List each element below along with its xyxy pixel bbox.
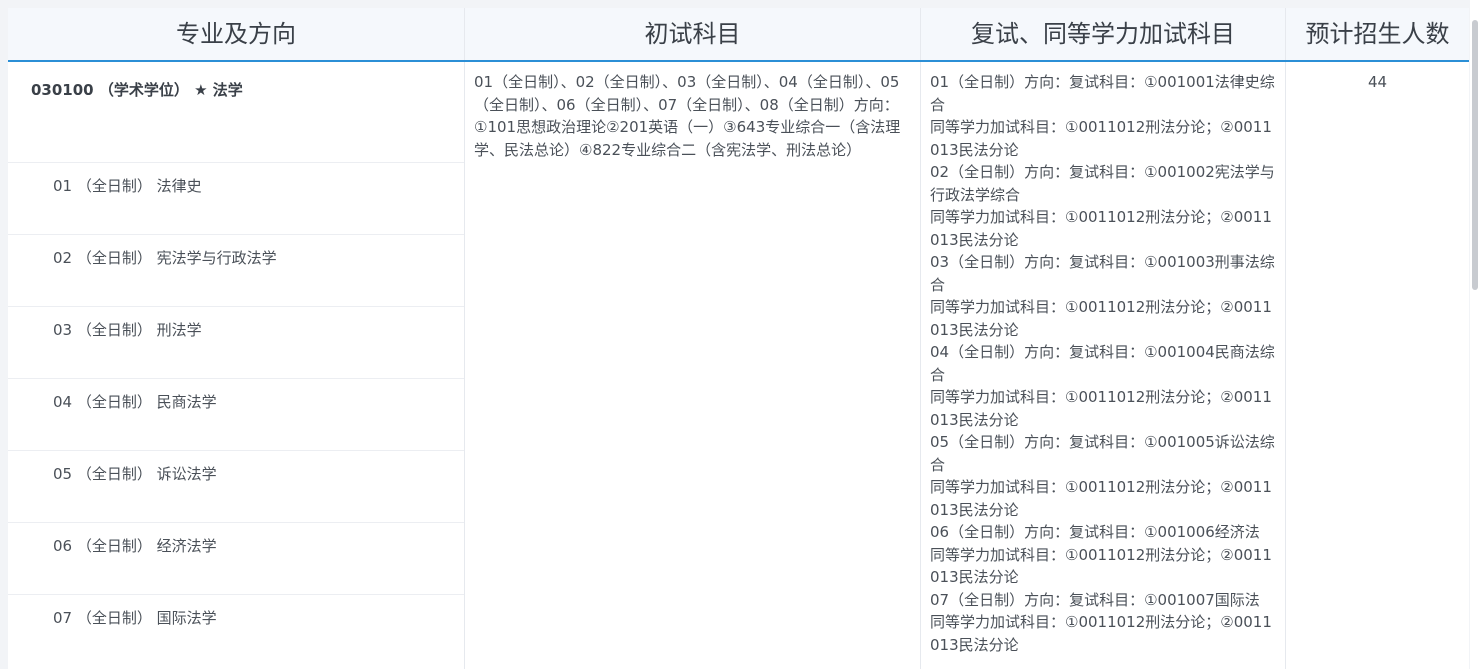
retest-line: 同等学力加试科目：①0011012刑法分论；②0011013民法分论 [930, 208, 1272, 249]
table-body: 030100 （学术学位） ★ 法学 01 （全日制） 法律史 02 （全日制）… [8, 62, 1469, 669]
table-header: 专业及方向 初试科目 复试、同等学力加试科目 预计招生人数 [8, 8, 1469, 62]
direction-row: 07 （全日制） 国际法学 [53, 609, 217, 627]
retest-line: 同等学力加试科目：①0011012刑法分论；②0011013民法分论 [930, 388, 1272, 429]
retest-line: 同等学力加试科目：①0011012刑法分论；②0011013民法分论 [930, 118, 1272, 159]
scrollbar-thumb[interactable] [1472, 20, 1478, 290]
retest-line: 02（全日制）方向：复试科目：①001002宪法学与行政法学综合 [930, 163, 1275, 204]
retest-line: 06（全日制）方向：复试科目：①001006经济法 [930, 523, 1260, 541]
initial-subjects-text: 01（全日制）、02（全日制）、03（全日制）、04（全日制）、05（全日制）、… [474, 73, 901, 159]
retest-subjects-list: 01（全日制）方向：复试科目：①001001法律史综合 同等学力加试科目：①00… [921, 62, 1285, 656]
quota-value: 44 [1367, 73, 1388, 91]
retest-subjects-column: 01（全日制）方向：复试科目：①001001法律史综合 同等学力加试科目：①00… [921, 62, 1286, 669]
retest-line: 同等学力加试科目：①0011012刑法分论；②0011013民法分论 [930, 613, 1272, 654]
quota-column: 44 [1286, 62, 1469, 669]
retest-line: 03（全日制）方向：复试科目：①001003刑事法综合 [930, 253, 1275, 294]
direction-row: 06 （全日制） 经济法学 [8, 523, 464, 595]
retest-line: 同等学力加试科目：①0011012刑法分论；②0011013民法分论 [930, 478, 1272, 519]
direction-row: 04 （全日制） 民商法学 [8, 379, 464, 451]
major-title: 030100 （学术学位） ★ 法学 [8, 62, 464, 163]
header-major: 专业及方向 [8, 8, 465, 60]
initial-subjects-column: 01（全日制）、02（全日制）、03（全日制）、04（全日制）、05（全日制）、… [465, 62, 921, 669]
header-retest-subjects: 复试、同等学力加试科目 [921, 8, 1286, 60]
retest-line: 同等学力加试科目：①0011012刑法分论；②0011013民法分论 [930, 298, 1272, 339]
header-quota: 预计招生人数 [1305, 20, 1450, 48]
direction-row: 03 （全日制） 刑法学 [8, 307, 464, 379]
direction-row: 02 （全日制） 宪法学与行政法学 [8, 235, 464, 307]
direction-row: 01 （全日制） 法律史 [8, 163, 464, 235]
retest-line: 05（全日制）方向：复试科目：①001005诉讼法综合 [930, 433, 1275, 474]
direction-row: 05 （全日制） 诉讼法学 [8, 451, 464, 523]
major-column: 030100 （学术学位） ★ 法学 01 （全日制） 法律史 02 （全日制）… [8, 62, 465, 669]
retest-line: 04（全日制）方向：复试科目：①001004民商法综合 [930, 343, 1275, 384]
admissions-table: 专业及方向 初试科目 复试、同等学力加试科目 预计招生人数 030100 （学术… [8, 8, 1469, 669]
header-initial-subjects: 初试科目 [465, 8, 921, 60]
retest-line: 07（全日制）方向：复试科目：①001007国际法 [930, 590, 1260, 609]
retest-line: 同等学力加试科目：①0011012刑法分论；②0011013民法分论 [930, 545, 1272, 587]
retest-line: 01（全日制）方向：复试科目：①001001法律史综合 [930, 73, 1275, 114]
page: 专业及方向 初试科目 复试、同等学力加试科目 预计招生人数 030100 （学术… [0, 0, 1479, 669]
